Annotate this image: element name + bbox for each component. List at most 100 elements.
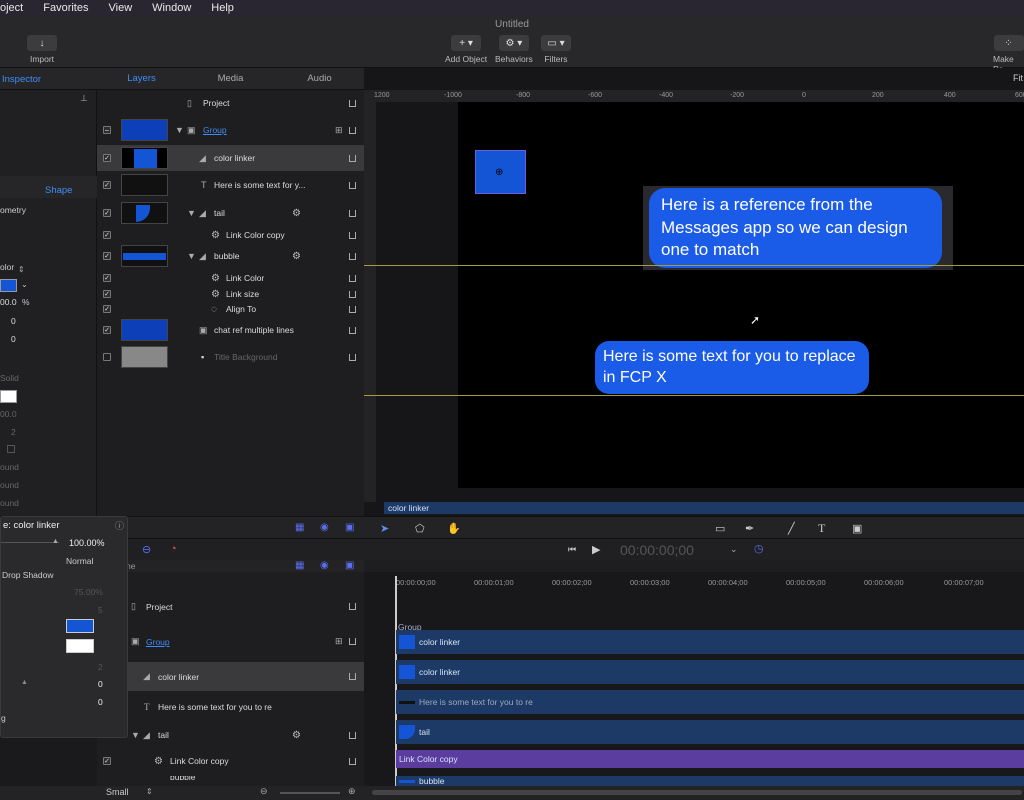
previous-icon[interactable]: ⏮	[568, 544, 576, 555]
layer-row-project[interactable]: ▯ Project	[97, 90, 364, 116]
layer-row-text[interactable]: ✓ T Here is some text for y...	[97, 172, 364, 198]
layers-icon[interactable]: ▣	[345, 560, 354, 571]
lock-icon[interactable]	[349, 305, 356, 313]
lock-icon[interactable]	[349, 326, 356, 334]
track-bar-text[interactable]: Here is some text for you to re	[396, 690, 1024, 714]
mini-timeline-bar[interactable]: color linker	[384, 502, 1024, 514]
opacity-value[interactable]: 00.0	[0, 297, 17, 307]
timeline-row-link-color-copy[interactable]: ✓ ⚙ Link Color copy	[97, 748, 364, 774]
value-field-1[interactable]: 0	[11, 316, 16, 326]
filters-button[interactable]: ▭ ▾ Filters	[541, 35, 571, 64]
visibility-checkbox[interactable]: ✓	[103, 305, 111, 313]
outline-color-swatch[interactable]	[0, 390, 17, 403]
disclosure-triangle-icon[interactable]: ▼	[175, 125, 184, 135]
record-icon[interactable]: ◉	[320, 522, 329, 533]
fill-color-swatch[interactable]	[66, 619, 94, 633]
disclosure-triangle-icon[interactable]: ▼	[187, 251, 196, 261]
behaviors-button[interactable]: ⚙ ▾ Behaviors	[495, 35, 533, 64]
layer-row-link-size[interactable]: ✓ ⚙ Link size	[97, 286, 364, 302]
visibility-checkbox[interactable]: ✓	[103, 326, 111, 334]
record-icon[interactable]: ◉	[320, 560, 329, 571]
end-style[interactable]: ound	[0, 498, 19, 508]
grid-icon[interactable]: ▦	[295, 522, 304, 533]
zoom-fit-menu[interactable]: Fit	[1013, 73, 1023, 83]
inspector-tab[interactable]: Inspector	[2, 74, 41, 85]
layer-row-align-to[interactable]: ✓ ◌ Align To	[97, 301, 364, 317]
visibility-checkbox[interactable]: ✓	[103, 209, 111, 217]
lock-icon[interactable]	[349, 757, 356, 765]
play-icon[interactable]: ▶	[592, 543, 600, 556]
lock-icon[interactable]	[349, 673, 356, 680]
timeline-search[interactable]: ne ▦ ◉ ▣	[97, 560, 364, 572]
brush-icon[interactable]: ╱	[788, 522, 795, 535]
tab-media[interactable]: Media	[186, 68, 275, 89]
chevron-down-icon[interactable]: ⌄	[21, 280, 28, 289]
value-field-2[interactable]: 0	[98, 697, 103, 707]
timing-icon[interactable]: ◷	[754, 542, 764, 555]
timeline-row-bubble[interactable]: bubble	[97, 776, 364, 786]
timeline-scrollbar[interactable]	[372, 790, 1022, 795]
lock-icon[interactable]	[349, 209, 356, 217]
layer-row-color-linker[interactable]: ✓ ◢ color linker	[97, 145, 364, 171]
record-icon[interactable]: ◔	[170, 543, 177, 555]
menu-window[interactable]: Window	[152, 2, 191, 14]
lock-icon[interactable]	[349, 274, 356, 282]
track-bar-color-linker[interactable]: color linker	[396, 630, 1024, 654]
layer-row-group[interactable]: – ▼ ▣ Group ⊞	[97, 117, 364, 143]
zoom-out-icon[interactable]: ⊖	[260, 786, 268, 797]
layer-row-chat-ref[interactable]: ✓ ▣ chat ref multiple lines	[97, 317, 364, 343]
layer-row-title-background[interactable]: ▪ Title Background	[97, 344, 364, 370]
value-field-1[interactable]: 0	[98, 679, 103, 689]
shape-tab[interactable]: Shape	[45, 185, 72, 196]
lock-icon[interactable]	[349, 154, 356, 162]
visibility-checkbox[interactable]: ✓	[103, 252, 111, 260]
slider-knob[interactable]: ▲	[52, 538, 59, 545]
visibility-checkbox[interactable]: ✓	[103, 154, 111, 162]
pin-icon[interactable]: ⊥	[80, 93, 88, 104]
timeline-row-group[interactable]: ▣ Group ⊞	[97, 627, 364, 656]
visibility-checkbox[interactable]: ✓	[103, 757, 111, 765]
outline-color-swatch[interactable]	[66, 639, 94, 653]
link-icon[interactable]: ⊖	[142, 543, 151, 556]
lock-icon[interactable]	[349, 181, 356, 189]
timecode-display[interactable]: 00:00:00;00	[620, 542, 694, 558]
visibility-checkbox[interactable]	[103, 353, 111, 361]
fill-mode[interactable]: Solid	[0, 373, 19, 383]
import-button[interactable]: ↓ Import	[27, 35, 57, 64]
outline-width[interactable]: 2	[11, 427, 16, 437]
select-arrow-icon[interactable]: ➤	[380, 522, 389, 535]
visibility-checkbox[interactable]: ✓	[103, 274, 111, 282]
visibility-checkbox[interactable]: ✓	[103, 290, 111, 298]
outline-checkbox[interactable]	[7, 445, 15, 453]
hud-panel[interactable]: e: color linker ⓘ ▲ 100.00% Normal Drop …	[0, 516, 128, 738]
mask-icon[interactable]: ▣	[852, 522, 862, 535]
disclosure-triangle-icon[interactable]: ▼	[187, 208, 196, 218]
timeline-row-text[interactable]: T Here is some text for you to re	[97, 692, 364, 721]
grid-icon[interactable]: ▦	[295, 560, 304, 571]
hand-icon[interactable]: ✋	[447, 522, 461, 535]
color-stepper-icon[interactable]: ⇕	[18, 265, 25, 274]
track-bar-color-linker-2[interactable]: color linker	[396, 660, 1024, 684]
info-icon[interactable]: ⓘ	[115, 519, 124, 532]
menu-project[interactable]: oject	[0, 2, 23, 14]
lock-icon[interactable]	[349, 638, 356, 645]
zoom-slider[interactable]	[280, 792, 340, 794]
lock-icon[interactable]	[349, 99, 356, 107]
opacity-slider[interactable]	[1, 542, 59, 543]
color-linker-shape[interactable]: ⊕	[475, 150, 526, 194]
visibility-checkbox[interactable]: ✓	[103, 231, 111, 239]
color-swatch[interactable]	[0, 279, 17, 292]
outline-width[interactable]: 2	[98, 662, 103, 672]
layer-row-bubble[interactable]: ✓ ▼ ◢ bubble ⚙	[97, 243, 364, 269]
track-bar-bubble[interactable]: bubble	[396, 776, 1024, 786]
zoom-in-icon[interactable]: ⊕	[348, 786, 356, 797]
track-bar-tail[interactable]: tail	[396, 720, 1024, 744]
value-field-2[interactable]: 0	[11, 334, 16, 344]
cap-style[interactable]: ound	[0, 462, 19, 472]
lock-icon[interactable]	[349, 231, 356, 239]
lock-icon[interactable]	[349, 252, 356, 260]
tab-audio[interactable]: Audio	[275, 68, 364, 89]
layer-row-link-color-copy[interactable]: ✓ ⚙ Link Color copy	[97, 227, 364, 243]
lock-icon[interactable]	[349, 290, 356, 298]
pen-icon[interactable]: ✒	[745, 522, 754, 535]
